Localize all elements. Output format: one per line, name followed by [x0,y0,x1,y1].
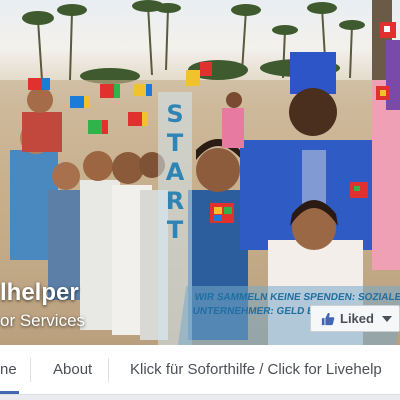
start-letter: S [166,100,184,128]
tab-home[interactable]: ne [0,345,19,394]
tab-divider [108,358,109,382]
liked-label: Liked [340,311,374,326]
page-category[interactable]: or Services [0,311,85,331]
tab-divider [30,358,31,382]
page-name[interactable]: lhelper [0,279,79,307]
start-letter: A [165,158,185,186]
start-letter: T [166,216,184,244]
tab-livehelp[interactable]: Klick für Soforthilfe / Click for Livehe… [130,345,382,394]
cover-photo[interactable]: S T A R T WIR SAMMELN KEINE SPENDEN: SOZ… [0,0,400,345]
page-tabs: ne About Klick für Soforthilfe / Click f… [0,345,400,395]
start-letter: R [165,187,185,215]
chevron-down-icon [381,315,392,322]
liked-button[interactable]: Liked [310,305,400,332]
slogan-line: WIR SAMMELN KEINE SPENDEN: SOZIALE [193,292,400,303]
tab-about[interactable]: About [53,345,92,394]
thumbs-up-icon [321,312,335,325]
start-letter: T [166,129,184,157]
